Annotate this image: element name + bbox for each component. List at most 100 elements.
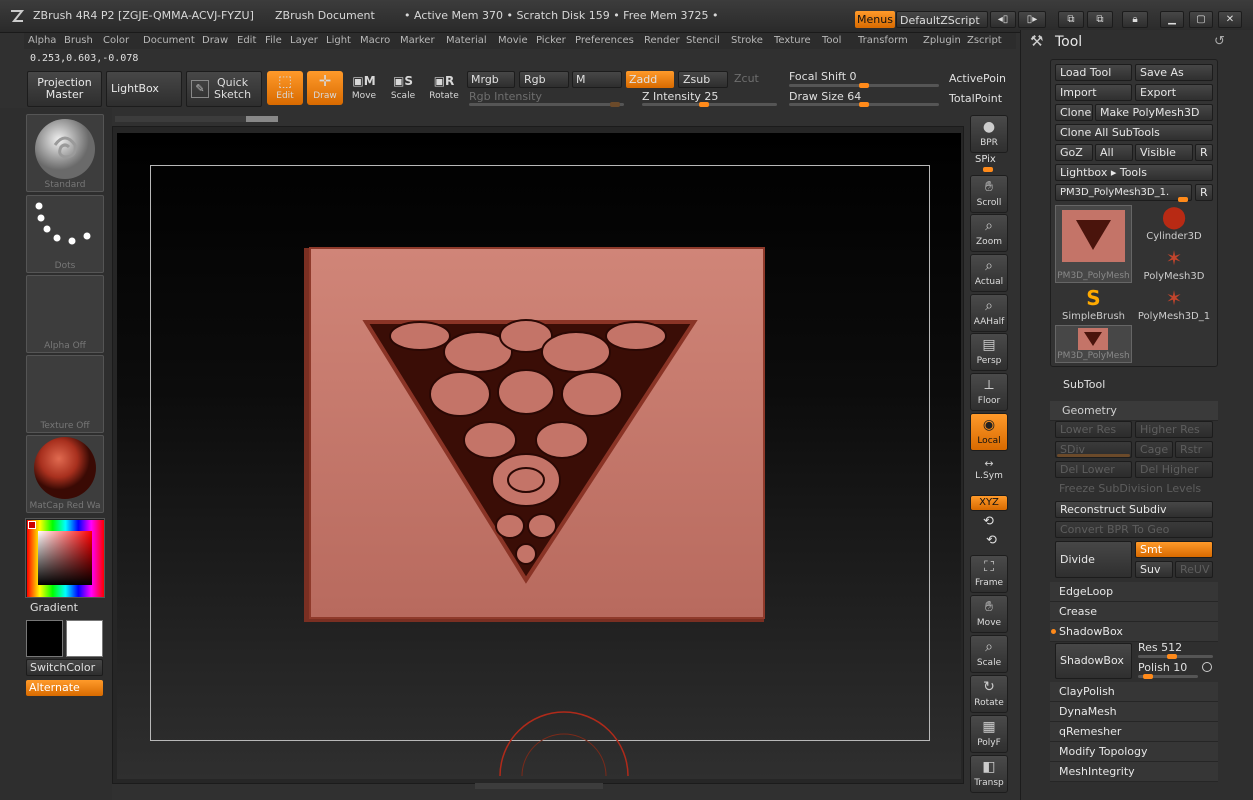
- scroll-button[interactable]: ✋︎ Scroll: [970, 175, 1008, 213]
- m-button[interactable]: M: [572, 71, 622, 88]
- layout-switch-icon[interactable]: ⧉: [1058, 11, 1084, 28]
- menus-toggle-button[interactable]: Menus: [855, 11, 895, 28]
- sculpted-plane-model[interactable]: [300, 244, 768, 626]
- close-icon[interactable]: ✕: [1218, 11, 1242, 28]
- zoom-button[interactable]: ⌕ Zoom: [970, 214, 1008, 252]
- main-color-swatch[interactable]: [26, 620, 63, 657]
- menu-alpha[interactable]: Alpha: [28, 35, 56, 46]
- bpr-button[interactable]: ● BPR: [970, 115, 1008, 153]
- freeze-subdiv-button[interactable]: Freeze SubDivision Levels: [1055, 481, 1213, 498]
- move-mode-button[interactable]: ▣M Move: [346, 71, 382, 105]
- scroll-right-icon[interactable]: ▯▸: [1018, 11, 1046, 28]
- alternate-button[interactable]: Alternate: [26, 680, 103, 696]
- goz-button[interactable]: GoZ: [1055, 144, 1093, 161]
- mrgb-button[interactable]: Mrgb: [467, 71, 515, 88]
- lightbox-button[interactable]: LightBox: [106, 71, 182, 107]
- geometry-header[interactable]: Geometry: [1050, 401, 1218, 421]
- frame-button[interactable]: ⛶ Frame: [970, 555, 1008, 593]
- import-button[interactable]: Import: [1055, 84, 1132, 101]
- save-as-button[interactable]: Save As: [1135, 64, 1213, 81]
- canvas-scroll-thumb[interactable]: [246, 116, 278, 122]
- layout-alt-icon[interactable]: ⧉: [1087, 11, 1113, 28]
- del-lower-button[interactable]: Del Lower: [1055, 461, 1132, 478]
- menu-macro[interactable]: Macro: [360, 35, 390, 46]
- saturation-square[interactable]: [38, 531, 92, 585]
- shadowbox-header[interactable]: ShadowBox: [1050, 622, 1218, 642]
- z-intensity-knob[interactable]: [699, 102, 709, 107]
- tool-thumb-polymesh[interactable]: ✶ PolyMesh3D: [1135, 245, 1213, 283]
- qremesher-header[interactable]: qRemesher: [1050, 722, 1218, 742]
- rgb-intensity-knob[interactable]: [610, 102, 620, 107]
- color-picker[interactable]: [25, 518, 105, 598]
- z-intensity-slider[interactable]: [642, 103, 777, 106]
- clone-button[interactable]: Clone: [1055, 104, 1093, 121]
- menu-file[interactable]: File: [265, 35, 282, 46]
- edit-mode-button[interactable]: ⬚ Edit: [267, 71, 303, 105]
- zcut-button[interactable]: Zcut: [734, 72, 759, 85]
- projection-master-button[interactable]: Projection Master: [27, 71, 102, 107]
- shadowbox-button[interactable]: ShadowBox: [1055, 643, 1132, 679]
- rstr-button[interactable]: Rstr: [1175, 441, 1213, 458]
- stroke-selector[interactable]: Dots: [26, 195, 104, 273]
- menu-document[interactable]: Document: [143, 35, 195, 46]
- polish-circle-icon[interactable]: [1202, 662, 1212, 672]
- claypolish-header[interactable]: ClayPolish: [1050, 682, 1218, 702]
- menu-brush[interactable]: Brush: [64, 35, 93, 46]
- transp-button[interactable]: ◧ Transp: [970, 755, 1008, 793]
- lightbox-tools-button[interactable]: Lightbox ▸ Tools: [1055, 164, 1213, 181]
- tool-thumb-polymesh1[interactable]: ✶ PolyMesh3D_1: [1135, 285, 1213, 323]
- canvas-scrollbar-bottom[interactable]: [475, 783, 603, 789]
- modify-topology-header[interactable]: Modify Topology: [1050, 742, 1218, 762]
- secondary-color-swatch[interactable]: [66, 620, 103, 657]
- tool-thumb-pm3d-2[interactable]: PM3D_PolyMesh: [1055, 325, 1132, 363]
- goz-all-button[interactable]: All: [1095, 144, 1133, 161]
- polyf-button[interactable]: ▦ PolyF: [970, 715, 1008, 753]
- suv-toggle[interactable]: Suv: [1135, 561, 1173, 578]
- material-selector[interactable]: MatCap Red Wa: [26, 435, 104, 513]
- spix-slider[interactable]: [983, 167, 993, 172]
- persp-button[interactable]: ▤ Persp: [970, 333, 1008, 371]
- menu-color[interactable]: Color: [103, 35, 129, 46]
- goz-r-button[interactable]: R: [1195, 144, 1213, 161]
- zadd-button[interactable]: Zadd: [626, 71, 674, 88]
- load-tool-button[interactable]: Load Tool: [1055, 64, 1132, 81]
- menu-light[interactable]: Light: [326, 35, 351, 46]
- lock-icon[interactable]: 🔒︎: [1122, 11, 1148, 28]
- floor-button[interactable]: ⟂ Floor: [970, 373, 1008, 411]
- menu-zscript[interactable]: Zscript: [967, 35, 1002, 46]
- rgb-intensity-slider[interactable]: [469, 103, 624, 106]
- scale-view-button[interactable]: ⌕ Scale: [970, 635, 1008, 673]
- make-polymesh-button[interactable]: Make PolyMesh3D: [1095, 104, 1213, 121]
- current-tool-knob[interactable]: [1178, 197, 1188, 202]
- scale-mode-button[interactable]: ▣S Scale: [385, 71, 421, 105]
- move-view-button[interactable]: ✋︎ Move: [970, 595, 1008, 633]
- crease-header[interactable]: Crease: [1050, 602, 1218, 622]
- rotate-view-button[interactable]: ↻ Rotate: [970, 675, 1008, 713]
- tool-thumb-cylinder[interactable]: ⬤ Cylinder3D: [1135, 205, 1213, 243]
- quick-sketch-button[interactable]: ✎ Quick Sketch: [186, 71, 262, 107]
- menu-layer[interactable]: Layer: [290, 35, 318, 46]
- convert-bpr-button[interactable]: Convert BPR To Geo: [1055, 521, 1213, 538]
- aahalf-button[interactable]: ⌕ AAHalf: [970, 294, 1008, 332]
- clone-all-subtools-button[interactable]: Clone All SubTools: [1055, 124, 1213, 141]
- xyz-button[interactable]: XYZ: [970, 495, 1008, 511]
- tool-thumb-simplebrush[interactable]: S SimpleBrush: [1055, 285, 1132, 323]
- smt-toggle[interactable]: Smt: [1135, 541, 1213, 558]
- scroll-left-icon[interactable]: ◂▯: [990, 11, 1016, 28]
- menu-picker[interactable]: Picker: [536, 35, 566, 46]
- menu-tool[interactable]: Tool: [822, 35, 841, 46]
- tool-r-button[interactable]: R: [1195, 184, 1213, 201]
- menu-draw[interactable]: Draw: [202, 35, 228, 46]
- actual-button[interactable]: ⌕ Actual: [970, 254, 1008, 292]
- menu-zplugin[interactable]: Zplugin: [923, 35, 961, 46]
- lsym-button[interactable]: ↔ L.Sym: [970, 457, 1008, 487]
- alpha-selector[interactable]: Alpha Off: [26, 275, 104, 353]
- reconstruct-subdiv-button[interactable]: Reconstruct Subdiv: [1055, 501, 1213, 518]
- maximize-icon[interactable]: ▢: [1189, 11, 1213, 28]
- menu-stencil[interactable]: Stencil: [686, 35, 720, 46]
- draw-mode-button[interactable]: ✛ Draw: [307, 71, 343, 105]
- lower-res-button[interactable]: Lower Res: [1055, 421, 1132, 438]
- shadowbox-polish-knob[interactable]: [1143, 674, 1153, 679]
- refresh-icon[interactable]: ↺: [1214, 34, 1225, 49]
- edgeloop-header[interactable]: EdgeLoop: [1050, 582, 1218, 602]
